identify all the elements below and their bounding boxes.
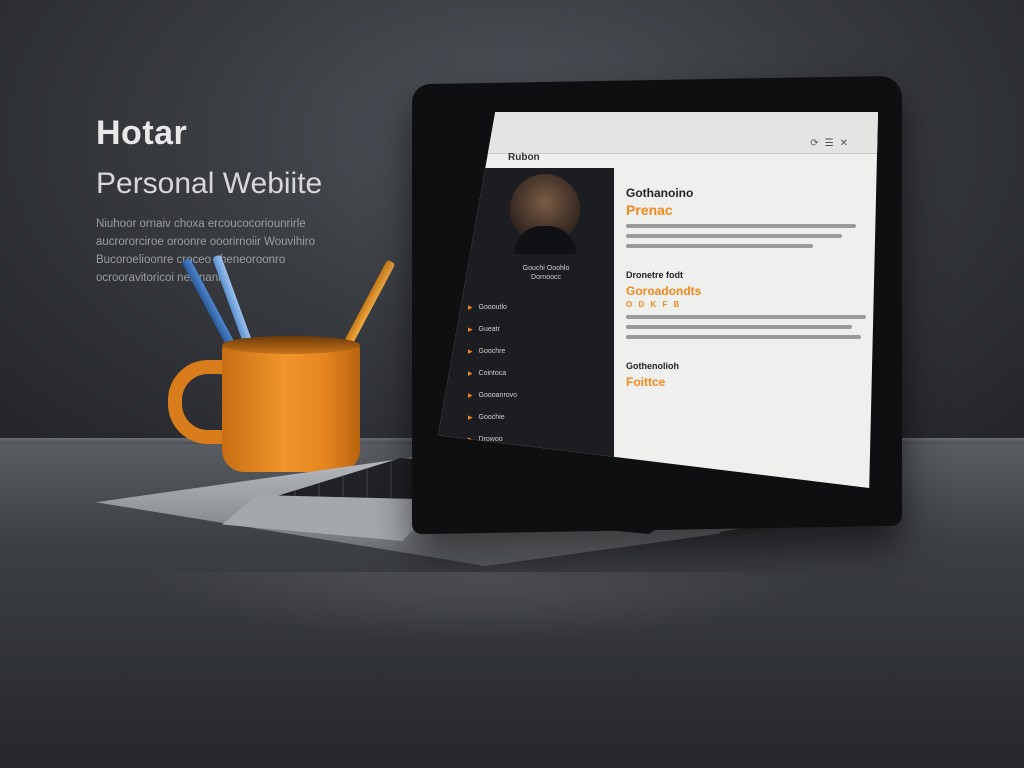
text-line bbox=[626, 234, 842, 238]
close-icon[interactable]: ✕ bbox=[840, 138, 854, 149]
mug-rim bbox=[222, 336, 360, 354]
nav-item-4[interactable]: ▸ Cointoca bbox=[468, 362, 517, 384]
hero-paragraph: Niuhoor ornaiv choxa ercoucocoriounrirle… bbox=[96, 218, 316, 284]
arrow-icon: ▸ bbox=[468, 411, 473, 422]
site-nav: ▸ Goooutlo ▸ Gueatr ▸ Goochre ▸ Cointoca ▸ Go… bbox=[468, 296, 517, 450]
nav-item-1[interactable]: ▸ Goooutlo bbox=[468, 296, 517, 318]
section-2-accent: Goroadondts bbox=[626, 284, 702, 298]
browser-icons: ⟳☰✕ bbox=[810, 138, 854, 149]
nav-item-6[interactable]: ▸ Goochie bbox=[468, 406, 517, 428]
profile-name: Gouchi Ooohlo bbox=[522, 265, 570, 272]
desk-reflection bbox=[140, 572, 820, 642]
arrow-icon: ▸ bbox=[468, 389, 473, 400]
nav-item-3[interactable]: ▸ Goochre bbox=[468, 340, 517, 362]
arrow-icon: ▸ bbox=[468, 301, 473, 312]
nav-label: Goochre bbox=[478, 347, 506, 355]
profile-role: Dornoocc bbox=[531, 274, 561, 281]
text-line bbox=[626, 335, 862, 339]
section-3-title: Gothenolioh bbox=[626, 361, 679, 371]
section-3: Gothenolioh Foittce bbox=[626, 361, 866, 389]
section-2: Dronetre fodt Goroadondts O D K F B bbox=[626, 270, 866, 339]
text-line bbox=[626, 315, 866, 319]
arrow-icon: ▸ bbox=[468, 323, 473, 334]
nav-item-2[interactable]: ▸ Gueatr bbox=[468, 318, 517, 340]
site-content: Gothanoino Prenac Dronetre fodt Goroadon… bbox=[626, 186, 866, 389]
browser-toolbar: Rubon ⟳☰✕ bbox=[438, 112, 878, 163]
text-line bbox=[626, 325, 852, 329]
text-line bbox=[626, 244, 814, 248]
hero-title: Hotar bbox=[96, 114, 188, 152]
nav-label: Goochie bbox=[478, 413, 505, 421]
intro-title: Gothanoino bbox=[626, 186, 694, 200]
refresh-icon[interactable]: ⟳ bbox=[810, 138, 824, 149]
nav-label: Cointoca bbox=[478, 369, 507, 377]
profile-name-block: Gouchi Ooohlo Dornoocc bbox=[486, 264, 606, 282]
nav-label: Goooutlo bbox=[478, 303, 507, 311]
nav-label: Goooanrovo bbox=[478, 391, 518, 399]
hero-text-block: Hotar Personal Webiite Niuhoor ornaiv ch… bbox=[96, 114, 396, 287]
hero-subtitle: Personal Webiite bbox=[96, 167, 323, 200]
arrow-icon: ▸ bbox=[468, 345, 473, 356]
menu-icon[interactable]: ☰ bbox=[825, 138, 840, 149]
nav-item-5[interactable]: ▸ Goooanrovo bbox=[468, 384, 517, 406]
section-2-sub: O D K F B bbox=[626, 300, 682, 309]
browser-tab[interactable]: Rubon bbox=[502, 150, 546, 165]
section-3-accent: Foittce bbox=[626, 375, 666, 389]
nav-label: Gueatr bbox=[478, 325, 500, 333]
section-2-title: Dronetre fodt bbox=[626, 270, 683, 280]
text-line bbox=[626, 224, 857, 228]
laptop-screen: Rubon ⟳☰✕ Gouchi Ooohlo Dornoocc ▸ Gooout… bbox=[438, 112, 878, 488]
intro-accent: Prenac bbox=[626, 202, 673, 218]
orange-mug bbox=[222, 342, 360, 472]
arrow-icon: ▸ bbox=[468, 367, 473, 378]
